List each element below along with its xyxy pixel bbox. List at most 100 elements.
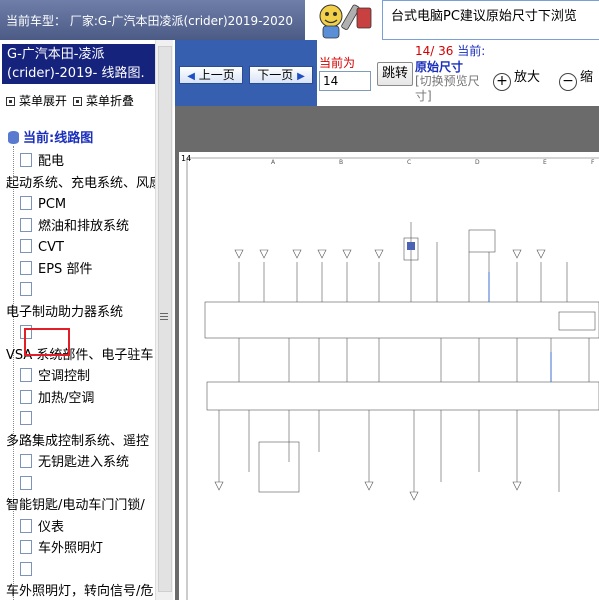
tree-item-label: EPS 部件 bbox=[38, 261, 93, 277]
tree-item-label: 加热/空调 bbox=[38, 390, 95, 406]
document-icon bbox=[20, 282, 32, 296]
document-icon bbox=[20, 239, 32, 253]
document-icon bbox=[20, 196, 32, 210]
tree-item[interactable]: 配电 bbox=[20, 153, 64, 175]
prev-page-button[interactable]: ◀ 上一页 bbox=[179, 66, 243, 84]
tree-item[interactable]: PCM bbox=[20, 196, 66, 218]
diagram-page-number: 14 bbox=[181, 154, 192, 163]
tree-root[interactable]: 当前:线路图 bbox=[8, 130, 93, 152]
tree-category[interactable]: 车外照明灯，转向信号/危 bbox=[6, 583, 153, 600]
tree-item[interactable]: 加热/空调 bbox=[20, 389, 95, 412]
original-size-button[interactable]: 原始尺寸 bbox=[415, 58, 463, 75]
top-header: 当前车型： 厂家:G-广汽本田凌派(crider)2019-2020 台式电脑P… bbox=[0, 0, 599, 40]
tree-item[interactable] bbox=[20, 475, 38, 498]
zoom-in-label: 放大 bbox=[514, 70, 541, 85]
tree-item[interactable]: 仪表 bbox=[20, 518, 65, 541]
column-label-e: E bbox=[543, 159, 547, 166]
tree-item[interactable] bbox=[20, 411, 38, 433]
tree-root-label: 当前:线路图 bbox=[23, 131, 94, 146]
tree-item[interactable]: CVT bbox=[20, 239, 64, 261]
page-count-suffix: 当前: bbox=[457, 44, 486, 58]
collapse-menu-button[interactable]: 菜单折叠 bbox=[86, 94, 134, 108]
document-icon bbox=[20, 153, 32, 167]
tree-item-label: 仪表 bbox=[38, 519, 65, 535]
column-label-f: F bbox=[591, 159, 595, 166]
next-page-label: 下一页 bbox=[257, 68, 294, 82]
wiring-diagram-page: A B C D E F 14 bbox=[179, 152, 599, 600]
expand-menu-icon[interactable] bbox=[6, 97, 15, 106]
document-icon bbox=[20, 540, 32, 554]
document-icon bbox=[20, 561, 32, 576]
jump-button[interactable]: 跳转 bbox=[377, 62, 413, 86]
document-icon bbox=[20, 389, 32, 404]
tree-item-label: 配电 bbox=[38, 154, 65, 169]
tree-item-label: 电子制动助力器系统 bbox=[6, 304, 124, 320]
menu-toggle-row: 菜单展开 菜单折叠 bbox=[6, 92, 156, 108]
tree-view[interactable]: 当前:线路图 配电起动系统、充电系统、风扇 PCM 燃油和排放系统 CVT EPS 部件… bbox=[0, 124, 155, 600]
tree-item-label: 车外照明灯 bbox=[38, 541, 104, 556]
selected-item-highlight bbox=[24, 328, 70, 356]
tree-item[interactable]: EPS 部件 bbox=[20, 260, 93, 283]
zoom-in-button[interactable]: + 放大 bbox=[493, 66, 540, 91]
document-icon bbox=[20, 454, 32, 468]
tree-item-label: CVT bbox=[38, 240, 64, 255]
arrow-left-icon: ◀ bbox=[187, 71, 195, 82]
document-icon bbox=[20, 518, 32, 533]
tree-item[interactable]: 无钥匙进入系统 bbox=[20, 454, 129, 476]
tree-item[interactable]: 空调控制 bbox=[20, 368, 90, 390]
document-icon bbox=[20, 368, 32, 382]
sidebar: G-广汽本田-凌派(crider)-2019- 线路图. 菜单展开 菜单折叠 当前… bbox=[0, 40, 175, 600]
tree-item[interactable] bbox=[20, 561, 38, 584]
column-label-a: A bbox=[271, 159, 276, 166]
tree-item[interactable]: 燃油和排放系统 bbox=[20, 217, 130, 240]
tree-category[interactable]: 电子制动助力器系统 bbox=[6, 304, 123, 326]
zoom-in-icon: + bbox=[493, 73, 511, 91]
tree-item[interactable]: 车外照明灯 bbox=[20, 540, 103, 562]
tree-item-label: 燃油和排放系统 bbox=[38, 218, 130, 234]
tree-category[interactable]: 多路集成控制系统、遥控 bbox=[6, 433, 149, 455]
document-icon bbox=[20, 217, 32, 232]
database-icon bbox=[8, 131, 19, 144]
tree-item-label: 智能钥匙/电动车门门锁/ bbox=[6, 498, 145, 513]
next-page-button[interactable]: 下一页 ▶ bbox=[249, 66, 313, 84]
tree-item-label: 空调控制 bbox=[38, 369, 91, 384]
window-title: 当前车型： 厂家:G-广汽本田凌派(crider)2019-2020 bbox=[0, 0, 305, 40]
column-label-c: C bbox=[407, 159, 411, 166]
collapse-menu-icon[interactable] bbox=[73, 97, 83, 106]
notice-text: 台式电脑PC建议原始尺寸下浏览 bbox=[382, 0, 599, 40]
tree-item-label: PCM bbox=[38, 197, 67, 212]
switch-preview-link[interactable]: [切换预览尺寸] bbox=[415, 74, 487, 104]
toolbar: ◀ 上一页 下一页 ▶ 当前为 跳转 14/ 36 当前: 原始尺寸 [切换预览… bbox=[175, 40, 599, 106]
document-viewer[interactable]: A B C D E F 14 bbox=[175, 106, 599, 600]
page-number-input[interactable] bbox=[319, 71, 371, 91]
scrollbar-grip-icon bbox=[160, 313, 168, 321]
expand-menu-button[interactable]: 菜单展开 bbox=[19, 94, 67, 108]
document-icon bbox=[20, 411, 32, 425]
column-label-d: D bbox=[475, 159, 480, 166]
document-icon bbox=[20, 260, 32, 275]
tree-item-label: 多路集成控制系统、遥控 bbox=[6, 433, 150, 449]
mascot-icon bbox=[305, 0, 377, 40]
tree-connector bbox=[13, 146, 14, 600]
page-nav-area: ◀ 上一页 下一页 ▶ bbox=[175, 40, 317, 106]
page-count-value: 14/ 36 bbox=[415, 44, 454, 58]
prev-page-label: 上一页 bbox=[198, 68, 235, 82]
tree-item-label: 起动系统、充电系统、风扇 bbox=[6, 175, 155, 191]
zoom-out-label: 缩 bbox=[580, 70, 594, 85]
tree-item[interactable] bbox=[20, 282, 38, 304]
tree-item-label: 无钥匙进入系统 bbox=[38, 455, 130, 470]
tree-item-label: 车外照明灯，转向信号/危 bbox=[6, 584, 154, 599]
zoom-out-button[interactable]: − 缩 bbox=[559, 66, 593, 91]
arrow-right-icon: ▶ bbox=[297, 71, 305, 82]
wiring-diagram: A B C D E F bbox=[186, 157, 599, 600]
column-label-b: B bbox=[339, 159, 343, 166]
zoom-out-icon: − bbox=[559, 73, 577, 91]
app-window: 当前车型： 厂家:G-广汽本田凌派(crider)2019-2020 台式电脑P… bbox=[0, 0, 599, 600]
tree-category[interactable]: 智能钥匙/电动车门门锁/ bbox=[6, 497, 145, 519]
sidebar-title: G-广汽本田-凌派(crider)-2019- 线路图. bbox=[2, 44, 156, 84]
current-page-label: 当前为 bbox=[319, 56, 356, 70]
sidebar-scrollbar[interactable] bbox=[155, 40, 173, 600]
document-icon bbox=[20, 475, 32, 490]
tree-category[interactable]: 起动系统、充电系统、风扇 bbox=[6, 175, 155, 197]
page-count: 14/ 36 当前: bbox=[415, 42, 485, 59]
